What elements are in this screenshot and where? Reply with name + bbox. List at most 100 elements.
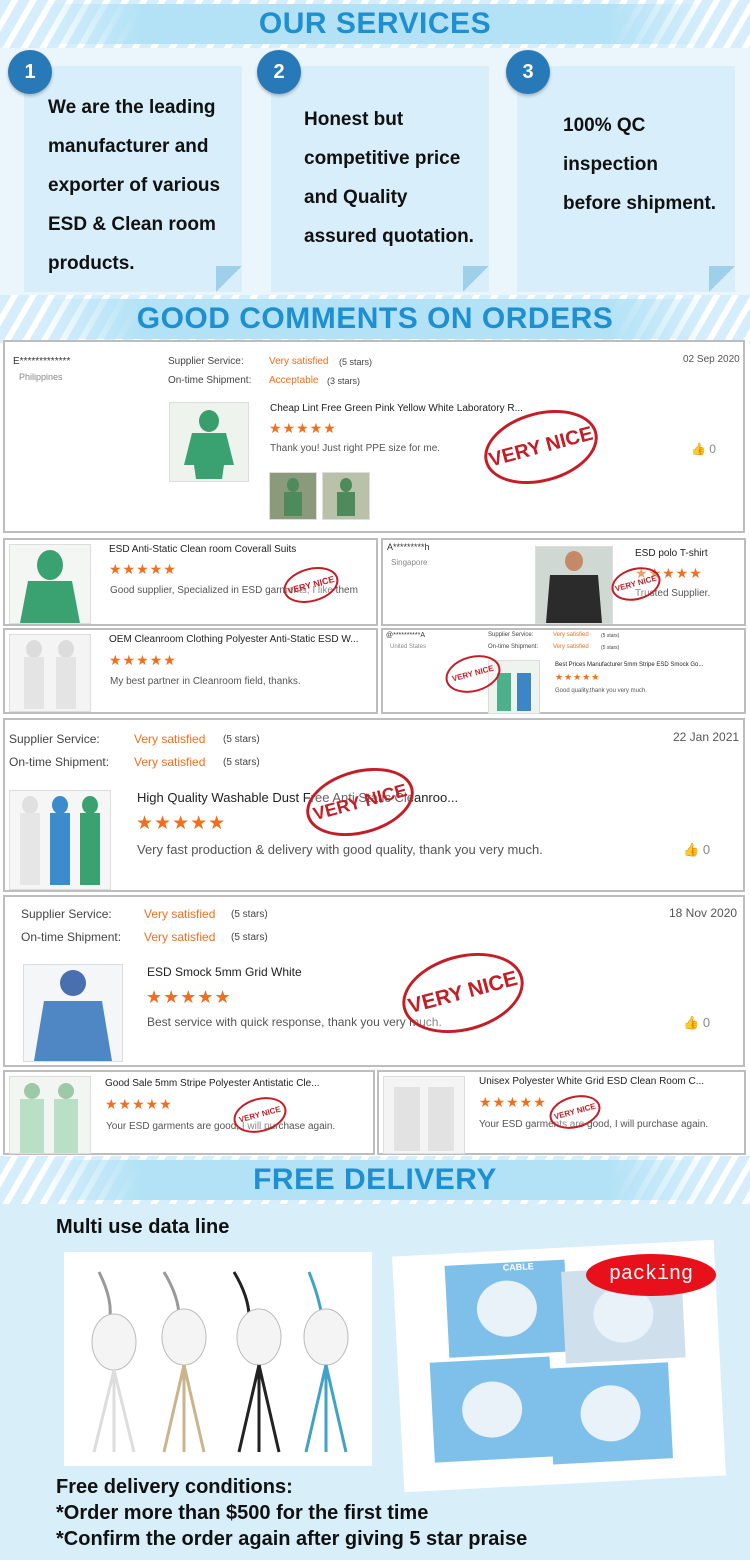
shipment-label: On-time Shipment: (168, 375, 252, 386)
very-nice-stamp: VERY NICE (393, 940, 533, 1046)
coverall-green-icon (10, 545, 90, 623)
supplier-service-label: Supplier Service: (9, 732, 100, 746)
shipment-stars: (5 stars) (231, 932, 268, 943)
review-comment: Best service with quick response, thank … (147, 1015, 442, 1029)
supplier-service-value: Very satisfied (553, 632, 589, 638)
shipment-stars: (3 stars) (327, 376, 361, 386)
product-image[interactable] (23, 964, 123, 1062)
service-text-3: 100% QC inspection before shipment. (563, 115, 717, 214)
rating-stars: ★★★★★ (269, 420, 337, 436)
shipment-label: On-time Shipment: (21, 930, 122, 944)
service-number-2: 2 (257, 50, 301, 94)
review-card-6b: Unisex Polyester White Grid ESD Clean Ro… (377, 1070, 746, 1155)
like-button[interactable]: 👍 0 (683, 1015, 710, 1031)
supplier-service-label: Supplier Service: (168, 356, 244, 367)
shipment-label: On-time Shipment: (488, 644, 539, 650)
reviewer-name: E************* (13, 356, 71, 367)
service-number-3: 3 (506, 50, 550, 94)
photo-thumb[interactable] (269, 472, 317, 520)
product-title[interactable]: ESD Anti-Static Clean room Coverall Suit… (109, 544, 296, 555)
review-comment: Thank you! Just right PPE size for me. (270, 443, 441, 454)
shipment-value: Very satisfied (134, 755, 206, 769)
rating-stars: ★★★★★ (146, 987, 232, 1007)
review-card-1: E************* Philippines Supplier Serv… (3, 340, 745, 533)
review-comment: Your ESD garments are good, I will purch… (479, 1119, 709, 1130)
product-image[interactable] (169, 402, 249, 482)
product-title[interactable]: ESD polo T-shirt (635, 548, 708, 559)
review-card-3b: @**********A United States Supplier Serv… (381, 628, 746, 714)
delivery-subtitle: Multi use data line (56, 1216, 230, 1238)
product-image[interactable] (9, 634, 91, 712)
product-image[interactable] (9, 544, 91, 624)
conditions-title: Free delivery conditions: (56, 1476, 293, 1498)
shipment-stars: (5 stars) (601, 645, 620, 651)
review-card-3a: OEM Cleanroom Clothing Polyester Anti-St… (3, 628, 378, 714)
photo-thumb[interactable] (322, 472, 370, 520)
product-title[interactable]: Cheap Lint Free Green Pink Yellow White … (270, 403, 523, 414)
condition-item: *Order more than $500 for the first time (56, 1502, 429, 1524)
supplier-service-value: Very satisfied (144, 907, 216, 921)
rating-stars: ★★★★★ (105, 1096, 173, 1112)
rating-stars: ★★★★★ (555, 672, 601, 682)
rating-stars: ★★★★★ (136, 813, 227, 834)
reviewer-country: Philippines (19, 372, 63, 382)
product-image[interactable] (383, 1076, 465, 1154)
review-card-2a: ESD Anti-Static Clean room Coverall Suit… (3, 538, 378, 626)
supplier-service-label: Supplier Service: (488, 632, 534, 638)
reviewer-country: United States (390, 644, 427, 650)
product-title[interactable]: ESD Smock 5mm Grid White (147, 965, 302, 979)
like-button[interactable]: 👍 0 (691, 442, 716, 456)
product-image[interactable] (9, 790, 111, 890)
review-comment: Very fast production & delivery with goo… (137, 842, 543, 857)
cable-label: CABLE (502, 1261, 535, 1273)
supplier-service-label: Supplier Service: (21, 907, 112, 921)
coverall-white-icon (10, 635, 90, 711)
shipment-label: On-time Shipment: (9, 755, 110, 769)
review-date: 02 Sep 2020 (683, 354, 740, 365)
shipment-value: Very satisfied (144, 930, 216, 944)
review-card-6a: Good Sale 5mm Stripe Polyester Antistati… (3, 1070, 375, 1155)
review-card-5: Supplier Service: Very satisfied (5 star… (3, 895, 745, 1067)
delivery-title: FREE DELIVERY (40, 1160, 710, 1200)
smock-lightgreen-icon (10, 1077, 90, 1153)
data-line-image (64, 1252, 372, 1466)
services-title: OUR SERVICES (40, 4, 710, 44)
comments-banner: GOOD COMMENTS ON ORDERS (0, 295, 750, 343)
shipment-stars: (5 stars) (223, 757, 260, 768)
service-text-2: Honest but competitive price and Quality… (304, 109, 474, 247)
service-text-1: We are the leading manufacturer and expo… (48, 97, 221, 274)
review-card-2b: A*********h Singapore ESD polo T-shirt ★… (381, 538, 746, 626)
review-comment: Your ESD garments are good, I will purch… (106, 1121, 336, 1132)
packing-badge: packing (586, 1254, 716, 1296)
very-nice-stamp: VERY NICE (298, 756, 422, 848)
condition-item: *Confirm the order again after giving 5 … (56, 1528, 528, 1550)
services-banner: OUR SERVICES (0, 0, 750, 48)
review-date: 18 Nov 2020 (669, 906, 738, 920)
product-title[interactable]: OEM Cleanroom Clothing Polyester Anti-St… (109, 634, 359, 645)
product-title[interactable]: Unisex Polyester White Grid ESD Clean Ro… (479, 1076, 704, 1087)
review-date: 22 Jan 2021 (673, 730, 740, 744)
coverall-green-icon (170, 403, 248, 481)
supplier-service-value: Very satisfied (269, 356, 329, 367)
product-image[interactable] (9, 1076, 91, 1154)
thumbs-up-icon: 👍 (683, 1015, 700, 1030)
like-button[interactable]: 👍 0 (683, 842, 710, 858)
product-title[interactable]: Best Prices Manufacturer 5mm Stripe ESD … (555, 662, 703, 668)
shipment-value: Acceptable (269, 375, 319, 386)
rating-stars: ★★★★★ (109, 652, 177, 668)
comments-title: GOOD COMMENTS ON ORDERS (40, 299, 710, 339)
smock-blue-icon (24, 965, 122, 1061)
shipment-value: Very satisfied (553, 644, 589, 650)
coat-white-icon (384, 1077, 464, 1153)
reviewer-name: @**********A (386, 632, 426, 639)
review-comment: My best partner in Cleanroom field, than… (110, 676, 301, 687)
product-title[interactable]: Good Sale 5mm Stripe Polyester Antistati… (105, 1078, 320, 1089)
thumbs-up-icon: 👍 (691, 442, 706, 456)
data-cables-icon (91, 1271, 349, 1453)
thumbs-up-icon: 👍 (683, 842, 700, 857)
reviewer-name: A*********h (387, 542, 430, 552)
supplier-service-value: Very satisfied (134, 732, 206, 746)
rating-stars: ★★★★★ (479, 1094, 547, 1110)
product-image[interactable] (535, 546, 613, 624)
very-nice-stamp: VERY NICE (279, 561, 343, 609)
